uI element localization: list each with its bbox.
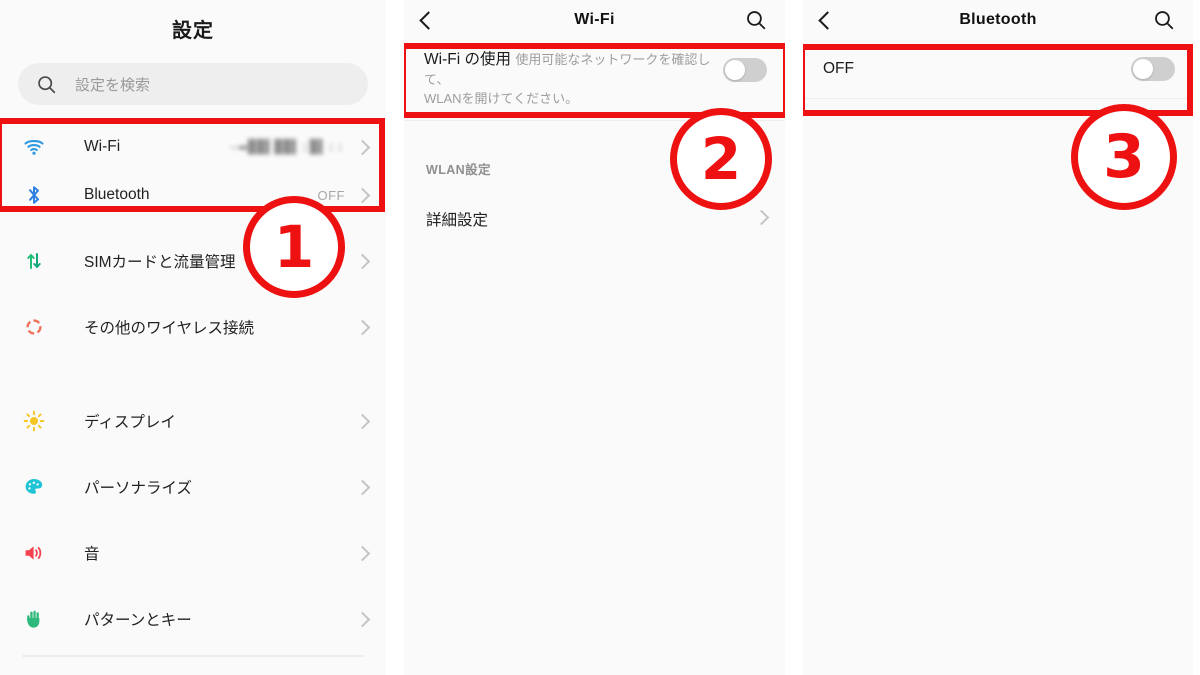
search-input[interactable]: 設定を検索: [18, 63, 368, 105]
chevron-right-icon: [753, 209, 770, 228]
bluetooth-screen: Bluetooth OFF: [803, 0, 1193, 675]
search-icon[interactable]: [1135, 9, 1175, 31]
page-title: 設定: [172, 20, 214, 42]
wifi-advanced-settings-label: 詳細設定: [426, 212, 489, 229]
chevron-right-icon: [354, 479, 371, 495]
back-icon[interactable]: [818, 10, 861, 30]
settings-row-label: ディスプレイ: [84, 414, 176, 431]
settings-row-personalize[interactable]: パーソナライズ: [0, 463, 386, 511]
settings-row-pattern-key[interactable]: パターンとキー: [0, 595, 386, 643]
brightness-icon: [22, 409, 56, 433]
panel-gap-2: [785, 0, 803, 675]
palette-icon: [22, 475, 56, 499]
chevron-right-icon: [354, 187, 371, 203]
search-icon: [36, 74, 57, 95]
settings-row-display[interactable]: ディスプレイ: [0, 397, 386, 445]
chevron-right-icon: [354, 545, 371, 561]
settings-row-label: パーソナライズ: [84, 480, 193, 497]
wireless-icon: [22, 315, 56, 339]
divider: [803, 98, 1193, 99]
settings-row-label: Wi-Fi: [84, 138, 121, 155]
settings-row-sound[interactable]: 音: [0, 529, 386, 577]
three-phone-screenshots: 設定 設定を検索 Wi-Fi –▬██▌██▌:█▌:: Bluetooth O…: [0, 0, 1200, 675]
search-icon[interactable]: [727, 9, 767, 31]
settings-row-other-wireless[interactable]: その他のワイヤレス接続: [0, 303, 386, 351]
chevron-right-icon: [354, 139, 371, 155]
sim-data-icon: [22, 249, 56, 273]
back-icon[interactable]: [419, 10, 462, 30]
chevron-right-icon: [354, 413, 371, 429]
speaker-icon: [22, 541, 56, 565]
bluetooth-icon: [22, 183, 56, 207]
wifi-enable-title: Wi-Fi の使用: [424, 51, 511, 68]
settings-row-label: 音: [84, 546, 100, 563]
search-placeholder: 設定を検索: [75, 76, 151, 94]
settings-row-apps-notifications[interactable]: アプリと通知: [0, 661, 386, 675]
hand-icon: [22, 607, 56, 631]
bluetooth-page-title: Bluetooth: [959, 11, 1037, 28]
bluetooth-state-label: OFF: [823, 60, 854, 77]
wifi-appbar: Wi-Fi: [404, 0, 785, 40]
bluetooth-appbar: Bluetooth: [803, 0, 1193, 40]
panel-gap-1: [386, 0, 404, 675]
wifi-page-title: Wi-Fi: [574, 11, 615, 28]
wifi-ssid-value: –▬██▌██▌:█▌::: [230, 140, 345, 156]
chevron-right-icon: [354, 253, 371, 269]
annotation-badge-3: 3: [1071, 104, 1177, 210]
chevron-right-icon: [354, 611, 371, 627]
annotation-badge-1: 1: [243, 196, 345, 298]
settings-row-label: その他のワイヤレス接続: [84, 320, 255, 337]
annotation-badge-2: 2: [670, 108, 772, 210]
wifi-icon: [22, 135, 56, 159]
wifi-enable-subtitle-line2: WLANを開けてください。: [424, 91, 579, 106]
wifi-toggle-switch[interactable]: [723, 58, 767, 82]
bluetooth-state-value: OFF: [317, 187, 345, 203]
chevron-right-icon: [354, 319, 371, 335]
settings-list: Wi-Fi –▬██▌██▌:█▌:: Bluetooth OFF SIMカード…: [0, 123, 386, 675]
wifi-screen: Wi-Fi Wi-Fi の使用 使用可能なネットワークを確認して、 WLANを開…: [404, 0, 785, 675]
list-bottom-divider: [22, 655, 364, 657]
settings-screen: 設定 設定を検索 Wi-Fi –▬██▌██▌:█▌:: Bluetooth O…: [0, 0, 386, 675]
settings-row-label: パターンとキー: [84, 612, 192, 629]
settings-row-wifi[interactable]: Wi-Fi –▬██▌██▌:█▌::: [0, 123, 386, 171]
wifi-enable-texts: Wi-Fi の使用 使用可能なネットワークを確認して、 WLANを開けてください…: [424, 50, 723, 108]
bluetooth-toggle-switch[interactable]: [1131, 57, 1175, 81]
bluetooth-enable-row[interactable]: OFF: [803, 40, 1193, 98]
